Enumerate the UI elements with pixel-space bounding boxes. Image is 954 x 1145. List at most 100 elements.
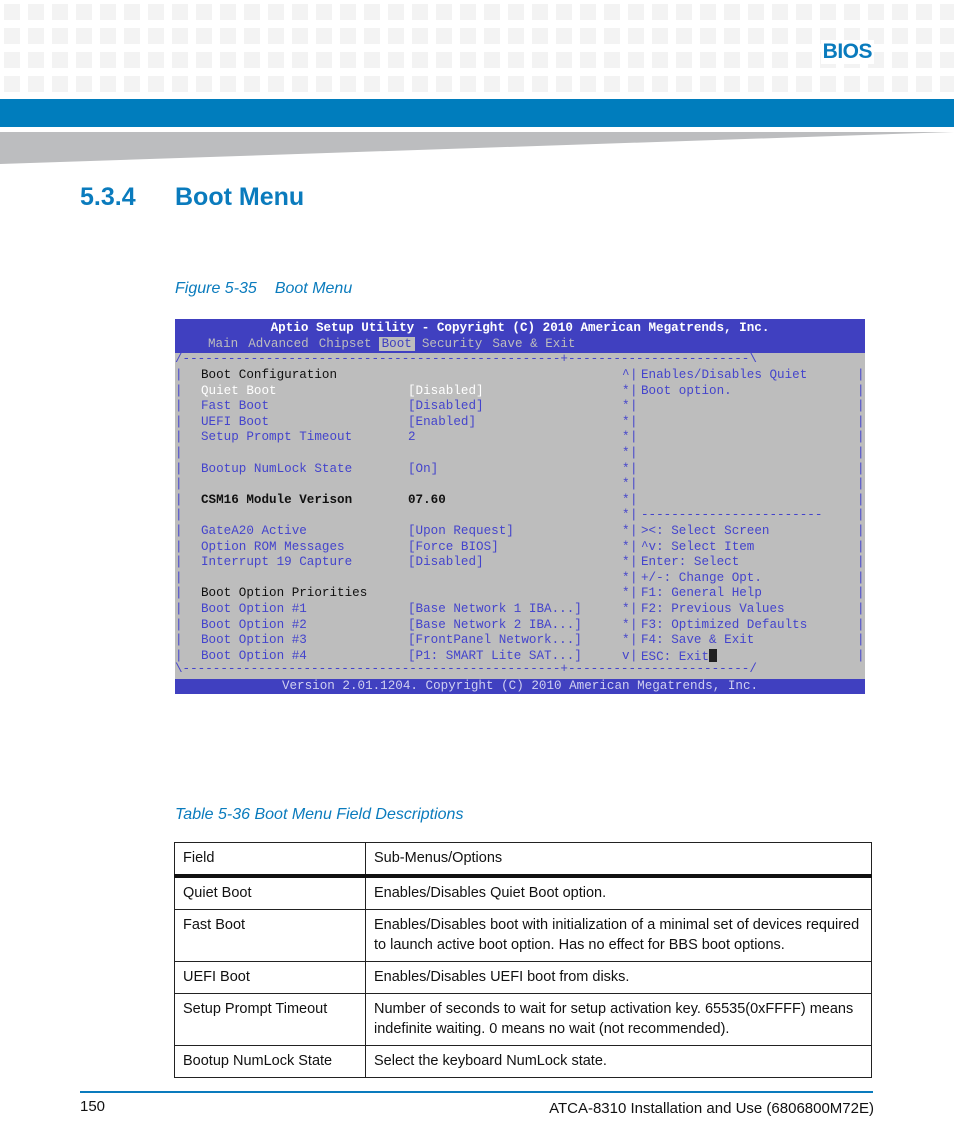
bios-left-border: | (175, 617, 183, 632)
document-title: ATCA-8310 Installation and Use (6806800M… (549, 1100, 874, 1117)
bios-item-label[interactable]: GateA20 Active (201, 524, 307, 540)
bios-scroll-indicator: * (622, 492, 630, 507)
pattern-square (724, 76, 740, 92)
pattern-square (124, 52, 140, 68)
bios-help-text: F3: Optimized Defaults (641, 617, 808, 632)
pattern-square (364, 4, 380, 20)
pattern-square (340, 4, 356, 20)
bios-item-label[interactable]: Setup Prompt Timeout (201, 430, 352, 446)
pattern-square (916, 52, 932, 68)
pattern-square (436, 4, 452, 20)
bios-help-text: F4: Save & Exit (641, 633, 755, 648)
pattern-square (700, 28, 716, 44)
bios-item-label[interactable]: Fast Boot (201, 399, 269, 415)
bios-scroll-indicator: * (622, 633, 630, 648)
pattern-square (244, 28, 260, 44)
bios-tab-main[interactable]: Main (205, 337, 241, 351)
bios-tab-security[interactable]: Security (419, 337, 485, 351)
field-name: Bootup NumLock State (174, 1045, 366, 1078)
section-title: Boot Menu (175, 183, 305, 211)
bios-item-label[interactable]: Interrupt 19 Capture (201, 555, 352, 571)
pattern-square (148, 76, 164, 92)
pattern-square (52, 52, 68, 68)
pattern-square (484, 76, 500, 92)
bios-right-border: | (857, 570, 865, 585)
bios-tab-advanced[interactable]: Advanced (245, 337, 311, 351)
pattern-square (652, 52, 668, 68)
bios-right-border: | (857, 368, 865, 382)
bios-left-border: | (175, 368, 183, 382)
pattern-square (124, 76, 140, 92)
pattern-square (772, 28, 788, 44)
pattern-square (940, 76, 954, 92)
bios-left-border: | (175, 602, 183, 616)
pattern-square (340, 52, 356, 68)
pattern-square (628, 28, 644, 44)
pattern-square (292, 76, 308, 92)
field-description: Select the keyboard NumLock state. (365, 1045, 872, 1078)
bios-item-value: [Upon Request] (408, 524, 514, 538)
bios-left-border: | (175, 446, 183, 460)
page-number: 150 (80, 1098, 106, 1115)
pattern-square (268, 76, 284, 92)
bios-left-border: | (175, 414, 183, 429)
bios-item-label[interactable]: Quiet Boot (201, 384, 277, 400)
pattern-square (892, 28, 908, 44)
pattern-square (412, 52, 428, 68)
pattern-square (628, 52, 644, 68)
pattern-square (76, 28, 92, 44)
bios-tab-save-exit[interactable]: Save & Exit (489, 337, 578, 351)
pattern-square (388, 52, 404, 68)
bios-left-border: | (175, 633, 183, 648)
bios-scroll-indicator: * (622, 414, 630, 429)
pattern-square (532, 28, 548, 44)
pattern-square (652, 28, 668, 44)
pattern-square (412, 28, 428, 44)
bios-right-border: | (857, 524, 865, 538)
bios-divider: | (630, 477, 638, 492)
bios-tab-chipset[interactable]: Chipset (316, 337, 375, 351)
bios-scroll-indicator: ^ (622, 368, 630, 382)
pattern-square (220, 28, 236, 44)
bios-divider: | (630, 461, 638, 476)
bios-item-label[interactable]: Option ROM Messages (201, 540, 345, 556)
bios-item-value: [Force BIOS] (408, 539, 499, 554)
bios-item-label[interactable]: Boot Option #3 (201, 633, 307, 649)
pattern-square (556, 52, 572, 68)
bios-right-border: | (857, 446, 865, 460)
pattern-square (460, 4, 476, 20)
bios-item-label[interactable]: Bootup NumLock State (201, 462, 352, 478)
field-name: UEFI Boot (174, 961, 366, 994)
bios-item-value: [FrontPanel Network...] (408, 633, 582, 648)
table-row: Setup Prompt Timeout Number of seconds to… (174, 993, 872, 1046)
bios-item-label[interactable]: Boot Option #1 (201, 602, 307, 618)
pattern-square (316, 28, 332, 44)
pattern-square (196, 28, 212, 44)
pattern-square (940, 52, 954, 68)
pattern-square (244, 4, 260, 20)
bios-tab-boot[interactable]: Boot (378, 337, 415, 351)
bios-scroll-indicator: * (622, 477, 630, 492)
pattern-square (124, 4, 140, 20)
bios-help-text: Enter: Select (641, 555, 740, 570)
pattern-square (604, 28, 620, 44)
bios-divider: | (630, 383, 638, 398)
bios-item-label[interactable]: Boot Option #2 (201, 618, 307, 634)
pattern-square (508, 52, 524, 68)
field-name: Setup Prompt Timeout (174, 993, 366, 1046)
bios-scroll-indicator: * (622, 461, 630, 476)
pattern-square (892, 4, 908, 20)
pattern-square (796, 76, 812, 92)
bios-right-border: | (857, 586, 865, 601)
pattern-square (868, 4, 884, 20)
table-header-row: Field Sub-Menus/Options (174, 842, 872, 878)
pattern-square (220, 52, 236, 68)
pattern-square (508, 28, 524, 44)
pattern-square (196, 52, 212, 68)
pattern-square (52, 28, 68, 44)
bios-right-border: | (857, 477, 865, 492)
bios-item-label[interactable]: UEFI Boot (201, 415, 269, 431)
pattern-square (844, 76, 860, 92)
pattern-square (4, 4, 20, 20)
pattern-square (292, 28, 308, 44)
